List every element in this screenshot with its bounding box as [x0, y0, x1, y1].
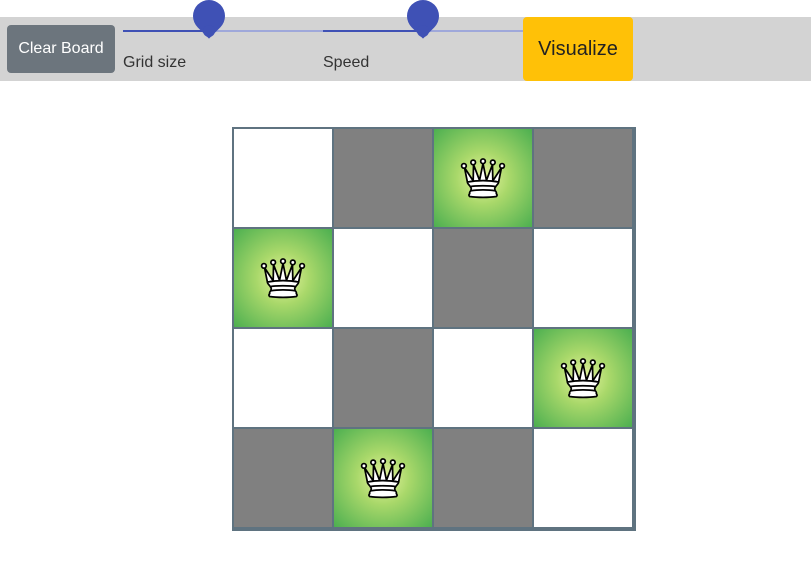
board-cell-r0-c0[interactable]	[233, 128, 333, 228]
board-cell-r0-c3[interactable]	[533, 128, 633, 228]
queen-icon	[257, 252, 309, 304]
toolbar: Clear Board Grid size Speed Visualize	[0, 0, 811, 81]
grid-size-slider-fill	[123, 30, 209, 32]
queen-icon	[557, 352, 609, 404]
board-cell-r2-c3[interactable]	[533, 328, 633, 428]
board-cell-r0-c2[interactable]	[433, 128, 533, 228]
clear-board-button[interactable]: Clear Board	[7, 25, 115, 73]
board-cell-r1-c0[interactable]	[233, 228, 333, 328]
visualize-button[interactable]: Visualize	[523, 17, 633, 81]
grid-size-slider-thumb[interactable]	[203, 25, 215, 37]
chess-board	[232, 127, 636, 531]
board-cell-r3-c1[interactable]	[333, 428, 433, 528]
speed-label: Speed	[323, 54, 370, 71]
board-cell-r1-c3[interactable]	[533, 228, 633, 328]
board-cell-r1-c2[interactable]	[433, 228, 533, 328]
board-cell-r3-c0[interactable]	[233, 428, 333, 528]
board-cell-r1-c1[interactable]	[333, 228, 433, 328]
board-cell-r2-c1[interactable]	[333, 328, 433, 428]
board-cell-r3-c2[interactable]	[433, 428, 533, 528]
grid-size-label: Grid size	[123, 54, 187, 71]
board-cell-r3-c3[interactable]	[533, 428, 633, 528]
board-cell-r2-c2[interactable]	[433, 328, 533, 428]
speed-slider[interactable]: Speed	[323, 0, 523, 81]
board-cell-r0-c1[interactable]	[333, 128, 433, 228]
queen-icon	[457, 152, 509, 204]
speed-slider-thumb[interactable]	[417, 25, 429, 37]
board-cell-r2-c0[interactable]	[233, 328, 333, 428]
speed-slider-fill	[323, 30, 423, 32]
queen-icon	[357, 452, 409, 504]
grid-size-slider[interactable]: Grid size	[123, 0, 323, 81]
